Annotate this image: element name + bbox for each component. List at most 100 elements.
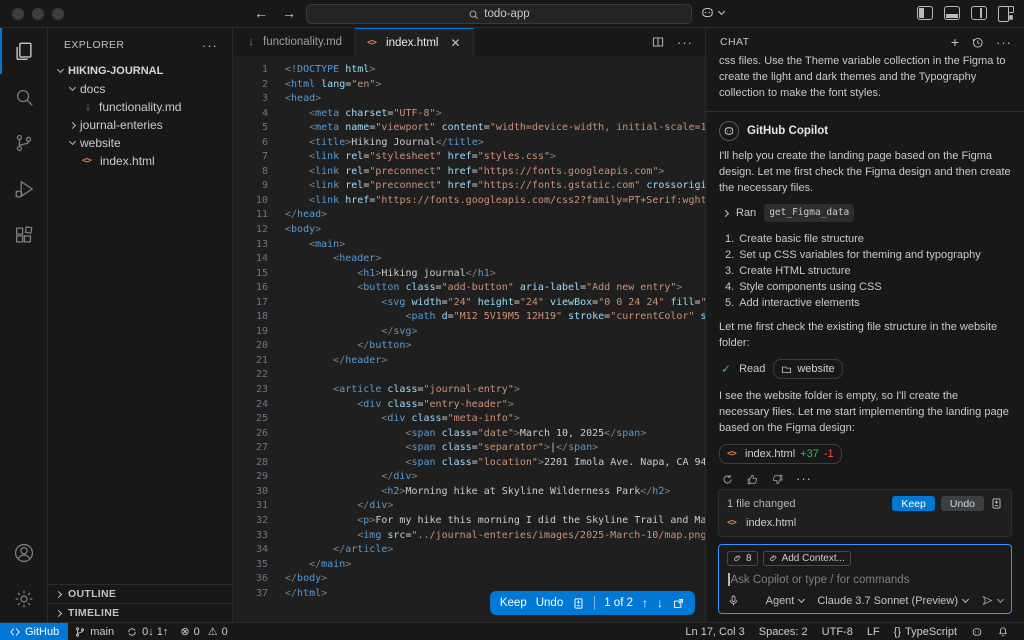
add-context-chip[interactable]: Add Context... bbox=[762, 551, 851, 566]
tool-call-row[interactable]: Ran get_Figma_data bbox=[721, 204, 1011, 222]
view-changes-icon[interactable] bbox=[990, 497, 1003, 510]
copilot-menu-button[interactable] bbox=[700, 5, 726, 20]
code-line[interactable]: 12 <body> bbox=[233, 223, 705, 238]
tree-item-index-html[interactable]: <> index.html bbox=[48, 152, 232, 170]
regenerate-icon[interactable] bbox=[721, 473, 734, 486]
send-icon[interactable] bbox=[981, 594, 994, 607]
code-line[interactable]: 19 </svg> bbox=[233, 325, 705, 340]
code-line[interactable]: 29 </div> bbox=[233, 470, 705, 485]
code-line[interactable]: 9 <link rel="preconnect" href="https://f… bbox=[233, 179, 705, 194]
thumbs-up-icon[interactable] bbox=[746, 473, 759, 486]
code-line[interactable]: 11 </head> bbox=[233, 208, 705, 223]
keep-edit-button[interactable]: Keep bbox=[500, 597, 527, 609]
source-control-activity-button[interactable] bbox=[0, 120, 48, 166]
code-line[interactable]: 16 <button class="add-button" aria-label… bbox=[233, 281, 705, 296]
run-debug-activity-button[interactable] bbox=[0, 166, 48, 212]
previous-edit-button[interactable]: ↑ bbox=[642, 596, 648, 610]
code-line[interactable]: 28 <span class="location">2201 Imola Ave… bbox=[233, 456, 705, 471]
website-folder-chip[interactable]: website bbox=[773, 359, 843, 379]
cursor-position-indicator[interactable]: Ln 17, Col 3 bbox=[678, 623, 751, 640]
code-line[interactable]: 33 <img src="../journal-enteries/images/… bbox=[233, 529, 705, 544]
next-edit-button[interactable]: ↓ bbox=[657, 596, 663, 610]
code-line[interactable]: 18 <path d="M12 5V19M5 12H19" stroke="cu… bbox=[233, 310, 705, 325]
model-picker[interactable]: Claude 3.7 Sonnet (Preview) bbox=[817, 595, 970, 607]
code-line[interactable]: 2 <html lang="en"> bbox=[233, 78, 705, 93]
outline-section-header[interactable]: OUTLINE bbox=[48, 584, 232, 603]
code-line[interactable]: 20 </button> bbox=[233, 339, 705, 354]
explorer-more-actions-button[interactable]: ··· bbox=[202, 38, 218, 53]
explorer-activity-button[interactable] bbox=[0, 28, 48, 74]
indentation-indicator[interactable]: Spaces: 2 bbox=[752, 623, 815, 640]
code-line[interactable]: 25 <div class="meta-info"> bbox=[233, 412, 705, 427]
code-line[interactable]: 32 <p>For my hike this morning I did the… bbox=[233, 514, 705, 529]
tab-index-html[interactable]: <> index.html ✕ bbox=[355, 28, 474, 56]
tree-item-journal-enteries[interactable]: journal-enteries bbox=[48, 116, 232, 134]
changed-file-row[interactable]: <> index.html bbox=[727, 517, 1003, 529]
chat-more-actions-button[interactable]: ··· bbox=[996, 35, 1012, 50]
changed-file-chip[interactable]: <> index.html +37 -1 bbox=[719, 444, 842, 464]
navigate-forward-button[interactable]: → bbox=[282, 5, 296, 21]
notifications-button[interactable] bbox=[990, 623, 1016, 640]
toggle-panel-button[interactable] bbox=[944, 6, 960, 20]
microphone-icon[interactable] bbox=[727, 594, 740, 607]
minimize-window-button[interactable] bbox=[32, 8, 44, 20]
code-line[interactable]: 15 <h1>Hiking journal</h1> bbox=[233, 267, 705, 282]
code-line[interactable]: 23 <article class="journal-entry"> bbox=[233, 383, 705, 398]
code-line[interactable]: 10 <link href="https://fonts.googleapis.… bbox=[233, 194, 705, 209]
code-line[interactable]: 6 <title>Hiking Journal</title> bbox=[233, 136, 705, 151]
code-line[interactable]: 24 <div class="entry-header"> bbox=[233, 398, 705, 413]
tree-item-functionality-md[interactable]: ↓ functionality.md bbox=[48, 98, 232, 116]
code-line[interactable]: 31 </div> bbox=[233, 499, 705, 514]
code-line[interactable]: 13 <main> bbox=[233, 238, 705, 253]
close-tab-button[interactable]: ✕ bbox=[450, 36, 460, 50]
copilot-status-button[interactable] bbox=[964, 623, 990, 640]
code-line[interactable]: 26 <span class="date">March 10, 2025</sp… bbox=[233, 427, 705, 442]
undo-all-button[interactable]: Undo bbox=[940, 496, 984, 511]
tree-item-docs[interactable]: docs bbox=[48, 80, 232, 98]
chat-messages[interactable]: css files. Use the Theme variable collec… bbox=[706, 56, 1024, 489]
close-window-button[interactable] bbox=[12, 8, 24, 20]
code-line[interactable]: 3 <head> bbox=[233, 92, 705, 107]
encoding-indicator[interactable]: UTF-8 bbox=[815, 623, 860, 640]
chevron-down-icon[interactable] bbox=[996, 595, 1005, 603]
language-mode-indicator[interactable]: {} TypeScript bbox=[887, 623, 964, 640]
code-line[interactable]: 1 <!DOCTYPE html> bbox=[233, 63, 705, 78]
code-line[interactable]: 8 <link rel="preconnect" href="https://f… bbox=[233, 165, 705, 180]
read-tool-row[interactable]: ✓ Read website bbox=[721, 359, 1011, 379]
code-line[interactable]: 5 <meta name="viewport" content="width=d… bbox=[233, 121, 705, 136]
editor-more-actions-button[interactable]: ··· bbox=[677, 35, 693, 50]
accounts-button[interactable] bbox=[0, 530, 48, 576]
code-line[interactable]: 30 <h2>Morning hike at Skyline Wildernes… bbox=[233, 485, 705, 500]
navigate-back-button[interactable]: ← bbox=[254, 5, 268, 21]
toggle-secondary-sidebar-button[interactable] bbox=[971, 6, 987, 20]
remote-indicator[interactable]: GitHub bbox=[0, 623, 69, 640]
branch-indicator[interactable]: main bbox=[68, 623, 120, 640]
extensions-activity-button[interactable] bbox=[0, 212, 48, 258]
open-changes-icon[interactable] bbox=[672, 597, 685, 610]
code-line[interactable]: 21 </header> bbox=[233, 354, 705, 369]
undo-edit-button[interactable]: Undo bbox=[536, 597, 564, 609]
tab-functionality-md[interactable]: ↓ functionality.md bbox=[233, 28, 356, 56]
tree-item-root[interactable]: HIKING-JOURNAL bbox=[48, 62, 232, 80]
split-editor-button[interactable] bbox=[651, 35, 665, 49]
code-line[interactable]: 7 <link rel="stylesheet" href="styles.cs… bbox=[233, 150, 705, 165]
code-line[interactable]: 17 <svg width="24" height="24" viewBox="… bbox=[233, 296, 705, 311]
more-message-actions-button[interactable]: ··· bbox=[796, 471, 812, 487]
code-area[interactable]: 1 <!DOCTYPE html> 2 <html lang="en"> 3 <head>… bbox=[233, 56, 705, 622]
chat-history-icon[interactable] bbox=[971, 36, 984, 49]
command-center-search[interactable]: todo-app bbox=[306, 4, 692, 24]
settings-button[interactable] bbox=[0, 576, 48, 622]
code-line[interactable]: 27 <span class="separator">|</span> bbox=[233, 441, 705, 456]
code-line[interactable]: 36 </body> bbox=[233, 572, 705, 587]
attachments-chip[interactable]: 8 bbox=[727, 551, 758, 566]
customize-layout-button[interactable] bbox=[998, 6, 1014, 22]
new-chat-button[interactable]: + bbox=[951, 34, 959, 50]
maximize-window-button[interactable] bbox=[52, 8, 64, 20]
eol-indicator[interactable]: LF bbox=[860, 623, 887, 640]
code-line[interactable]: 14 <header> bbox=[233, 252, 705, 267]
search-activity-button[interactable] bbox=[0, 74, 48, 120]
code-line[interactable]: 35 </main> bbox=[233, 558, 705, 573]
thumbs-down-icon[interactable] bbox=[771, 473, 784, 486]
toggle-primary-sidebar-button[interactable] bbox=[917, 6, 933, 20]
view-diff-icon[interactable] bbox=[572, 597, 585, 610]
